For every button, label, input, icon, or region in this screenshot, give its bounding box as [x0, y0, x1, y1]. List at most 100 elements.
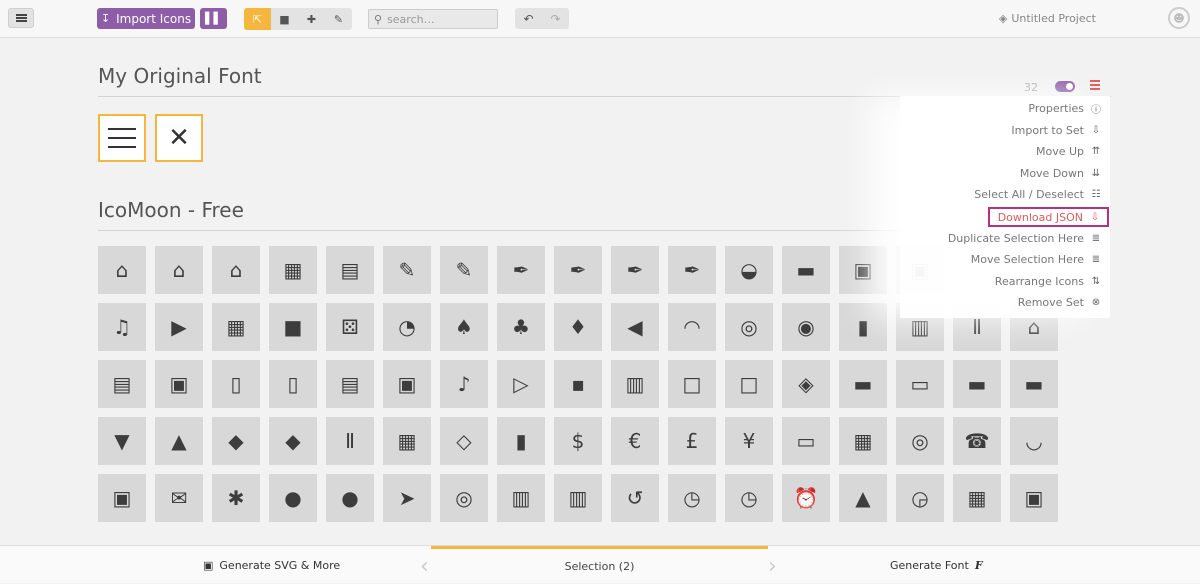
- icon-grid-cell[interactable]: $: [554, 417, 602, 465]
- glyph-close[interactable]: ✕: [155, 114, 203, 162]
- icon-grid-cell[interactable]: ◈: [782, 360, 830, 408]
- project-name[interactable]: ◈ Untitled Project: [999, 12, 1096, 25]
- icon-grid-cell[interactable]: ✱: [212, 474, 260, 522]
- icon-grid-cell[interactable]: ◎: [725, 303, 773, 351]
- menu-item-select-all-deselect[interactable]: Select All / Deselect ☷: [974, 185, 1102, 204]
- selection-tab[interactable]: Selection (2): [431, 546, 768, 584]
- delete-tool-button[interactable]: ■: [271, 8, 298, 30]
- generate-font-button[interactable]: Generate Font F: [890, 546, 983, 584]
- menu-item-properties[interactable]: Properties ⓘ: [1028, 99, 1102, 118]
- icon-grid-cell[interactable]: ▣: [383, 360, 431, 408]
- icon-grid-cell[interactable]: ⚄: [326, 303, 374, 351]
- icon-grid-cell[interactable]: ▭: [896, 360, 944, 408]
- icon-grid-cell[interactable]: €: [611, 417, 659, 465]
- icon-grid-cell[interactable]: ◷: [668, 474, 716, 522]
- icon-grid-cell[interactable]: ◎: [896, 417, 944, 465]
- redo-button[interactable]: ↷: [542, 8, 569, 29]
- menu-item-rearrange-icons[interactable]: Rearrange Icons ⇅: [995, 272, 1102, 291]
- icon-grid-cell[interactable]: ♣: [497, 303, 545, 351]
- icon-grid-cell[interactable]: ⏰: [782, 474, 830, 522]
- menu-item-move-down[interactable]: Move Down ⇊: [1020, 164, 1102, 183]
- menu-item-download-json[interactable]: Download JSON ⇩: [987, 207, 1109, 227]
- icon-grid-cell[interactable]: ▪: [554, 360, 602, 408]
- icon-grid-cell[interactable]: ▥: [497, 474, 545, 522]
- icon-grid-cell[interactable]: ↺: [611, 474, 659, 522]
- icon-grid-cell[interactable]: ●: [326, 474, 374, 522]
- set-title-my-original-font[interactable]: My Original Font: [98, 64, 262, 88]
- select-tool-button[interactable]: ⇱: [244, 8, 271, 30]
- icon-grid-cell[interactable]: ▼: [98, 417, 146, 465]
- icon-grid-cell[interactable]: ◡: [1010, 417, 1058, 465]
- icon-grid-cell[interactable]: ■: [269, 303, 317, 351]
- icon-grid-cell[interactable]: ◒: [725, 246, 773, 294]
- menu-item-import-to-set[interactable]: Import to Set ⇩: [1011, 121, 1102, 140]
- icon-grid-cell[interactable]: ▥: [611, 360, 659, 408]
- icon-grid-cell[interactable]: £: [668, 417, 716, 465]
- icon-grid-cell[interactable]: ▦: [953, 474, 1001, 522]
- icon-grid-cell[interactable]: ▯: [269, 360, 317, 408]
- icon-grid-cell[interactable]: ▣: [155, 360, 203, 408]
- library-button[interactable]: ▌▌: [200, 8, 227, 29]
- icon-grid-cell[interactable]: ◆: [269, 417, 317, 465]
- icon-grid-cell[interactable]: ▦: [839, 417, 887, 465]
- icon-grid-cell[interactable]: ◉: [782, 303, 830, 351]
- main-menu-button[interactable]: [8, 8, 34, 28]
- icon-grid-cell[interactable]: ◷: [725, 474, 773, 522]
- set-title-icomoon-free[interactable]: IcoMoon - Free: [98, 198, 244, 222]
- icon-grid-cell[interactable]: ◶: [896, 474, 944, 522]
- icon-grid-cell[interactable]: ●: [269, 474, 317, 522]
- icon-grid-cell[interactable]: ▦: [269, 246, 317, 294]
- icon-grid-cell[interactable]: ♪: [440, 360, 488, 408]
- icon-grid-cell[interactable]: ✒: [668, 246, 716, 294]
- icon-grid-cell[interactable]: ☎: [953, 417, 1001, 465]
- icon-grid-cell[interactable]: ▤: [326, 246, 374, 294]
- icon-grid-cell[interactable]: ▮: [839, 303, 887, 351]
- icon-grid-cell[interactable]: ♫: [98, 303, 146, 351]
- icon-grid-cell[interactable]: ◇: [440, 417, 488, 465]
- icon-grid-cell[interactable]: ◀: [611, 303, 659, 351]
- icon-grid-cell[interactable]: ➤: [383, 474, 431, 522]
- icon-grid-cell[interactable]: □: [725, 360, 773, 408]
- icon-grid-cell[interactable]: ▭: [782, 417, 830, 465]
- import-icons-button[interactable]: ↧ Import Icons: [97, 8, 195, 29]
- menu-item-move-selection-here[interactable]: Move Selection Here ≣: [971, 250, 1102, 269]
- edit-tool-button[interactable]: ✎: [325, 8, 352, 30]
- icon-grid-cell[interactable]: ¥: [725, 417, 773, 465]
- icon-grid-cell[interactable]: ⌂: [155, 246, 203, 294]
- icon-grid-cell[interactable]: ▲: [839, 474, 887, 522]
- icon-grid-cell[interactable]: ▷: [497, 360, 545, 408]
- icon-grid-cell[interactable]: ⌂: [98, 246, 146, 294]
- icon-grid-cell[interactable]: ◆: [212, 417, 260, 465]
- icon-grid-cell[interactable]: ▦: [212, 303, 260, 351]
- icon-grid-cell[interactable]: ✒: [611, 246, 659, 294]
- icon-grid-cell[interactable]: ♠: [440, 303, 488, 351]
- icon-grid-cell[interactable]: ▦: [383, 417, 431, 465]
- icon-grid-cell[interactable]: ♦: [554, 303, 602, 351]
- undo-button[interactable]: ↶: [515, 8, 542, 29]
- icon-grid-cell[interactable]: ⌂: [212, 246, 260, 294]
- icon-grid-cell[interactable]: ▬: [1010, 360, 1058, 408]
- generate-svg-button[interactable]: ▣ Generate SVG & More: [203, 546, 340, 584]
- icon-grid-cell[interactable]: ▣: [98, 474, 146, 522]
- icon-grid-cell[interactable]: ▥: [554, 474, 602, 522]
- icon-grid-cell[interactable]: ▣: [1010, 474, 1058, 522]
- set-menu-icon[interactable]: [1090, 80, 1100, 90]
- icon-grid-cell[interactable]: ✒: [497, 246, 545, 294]
- menu-item-remove-set[interactable]: Remove Set ⊗: [1018, 293, 1102, 312]
- icon-grid-cell[interactable]: ▯: [212, 360, 260, 408]
- icon-grid-cell[interactable]: ◔: [383, 303, 431, 351]
- user-avatar[interactable]: ☻: [1168, 7, 1190, 29]
- icon-grid-cell[interactable]: ✒: [554, 246, 602, 294]
- move-tool-button[interactable]: ✚: [298, 8, 325, 30]
- icon-grid-cell[interactable]: ▬: [839, 360, 887, 408]
- icon-grid-cell[interactable]: ▬: [782, 246, 830, 294]
- set-visibility-toggle[interactable]: [1055, 81, 1075, 92]
- icon-grid-cell[interactable]: □: [668, 360, 716, 408]
- icon-grid-cell[interactable]: ▤: [98, 360, 146, 408]
- icon-grid-cell[interactable]: ◠: [668, 303, 716, 351]
- icon-grid-cell[interactable]: ▶: [155, 303, 203, 351]
- icon-grid-cell[interactable]: Ⅱ: [326, 417, 374, 465]
- glyph-menu[interactable]: [98, 114, 146, 162]
- icon-grid-cell[interactable]: ◎: [440, 474, 488, 522]
- icon-grid-cell[interactable]: ▬: [953, 360, 1001, 408]
